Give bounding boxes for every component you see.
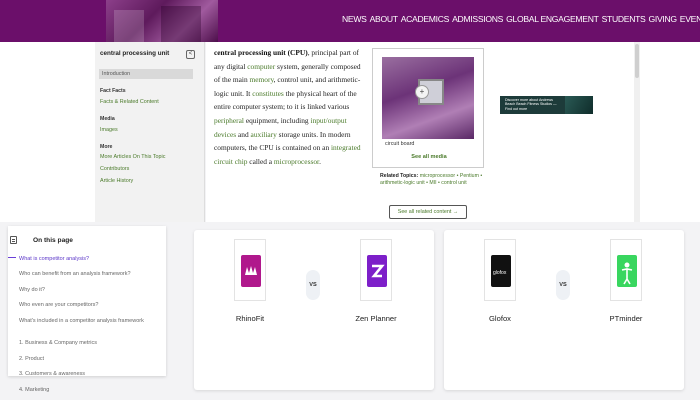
link-constitutes[interactable]: constitutes [252,89,284,98]
comparison-card-rhinofit-zenplanner[interactable]: VS RhinoFit Zen Planner [194,230,434,390]
nav-global-engagement[interactable]: GLOBAL ENGAGEMENT [506,14,599,24]
zenplanner-logo-icon [367,255,387,287]
vs-badge: VS [306,270,320,300]
rhinofit-logo-box [234,239,266,301]
link-computer[interactable]: computer [247,62,275,71]
glofox-logo-box: glofox [484,239,516,301]
ptminder-name: PTminder [609,314,643,323]
nav-about[interactable]: ABOUT [370,14,398,24]
scrollbar-thumb[interactable] [635,44,639,78]
glofox-name: Glofox [489,314,511,323]
rhinofit-logo-icon [241,255,261,287]
ptminder-logo-icon [617,255,637,287]
nav-admissions[interactable]: ADMISSIONS [452,14,503,24]
ad-image [565,96,593,114]
sidebar-item-facts[interactable]: Facts & Related Content [100,99,159,105]
article-paragraph: central processing unit (CPU), principal… [214,48,361,166]
sidebar-item-images[interactable]: Images [100,127,118,133]
link-auxiliary[interactable]: auxiliary [251,130,277,139]
sidebar-item-introduction[interactable]: Introduction [99,69,193,79]
zenplanner-name: Zen Planner [355,314,397,323]
collapse-sidebar-icon[interactable]: < [186,50,195,59]
sidebar-group-facts: Fact Facts [100,88,126,94]
link-memory[interactable]: memory [250,75,274,84]
nav-giving[interactable]: GIVING [648,14,677,24]
comparison-card-glofox-ptminder[interactable]: glofox VS Glofox PTminder [444,230,684,390]
scrollbar[interactable] [634,42,640,222]
vs-badge: VS [556,270,570,300]
toc-item-what-is[interactable]: What is competitor analysis? [19,256,159,264]
toc-active-indicator [8,257,16,258]
right-pane [494,42,700,222]
sidebar-group-more: More [100,144,113,150]
toc-item-business-metrics[interactable]: 1. Business & Company metrics [19,340,159,348]
site-header: NEWS ABOUT ACADEMICS ADMISSIONS GLOBAL E… [0,0,700,42]
on-this-page-panel: On this page What is competitor analysis… [0,222,182,400]
media-figure: + circuit board See all media [372,48,484,168]
ad-text: Discover more about Andrews Beach Beach … [505,98,557,111]
article-sidebar: central processing unit < Introduction F… [95,42,205,222]
sidebar-item-contributors[interactable]: Contributors [100,166,129,172]
ptminder-logo-box [610,239,642,301]
glofox-logo-icon: glofox [491,255,511,287]
circuit-board-image[interactable] [382,57,474,139]
zoom-icon[interactable]: + [415,85,429,99]
rhinofit-name: RhinoFit [235,314,265,323]
advertisement-banner[interactable]: Discover more about Andrews Beach Beach … [500,96,593,114]
article-term: central processing unit (CPU) [214,48,308,57]
toc-title: On this page [33,237,73,244]
related-topics: Related Topics: microprocessor • Pentium… [380,173,485,187]
nav-events[interactable]: EVENTS [680,14,700,24]
nav-academics[interactable]: ACADEMICS [401,14,450,24]
toc-item-product[interactable]: 2. Product [19,356,159,364]
zenplanner-logo-box [360,239,392,301]
link-peripheral[interactable]: peripheral [214,116,244,125]
see-all-media-link[interactable]: See all media [373,154,485,160]
top-navigation: NEWS ABOUT ACADEMICS ADMISSIONS GLOBAL E… [342,14,700,24]
sidebar-item-more-articles[interactable]: More Articles On This Topic [100,154,165,160]
svg-text:glofox: glofox [493,270,507,276]
sidebar-item-article-history[interactable]: Article History [100,178,133,184]
toc-item-marketing[interactable]: 4. Marketing [19,387,159,395]
left-margin [0,42,95,222]
toc-item-customers[interactable]: 3. Customers & awareness [19,371,159,379]
toc-item-who-benefit[interactable]: Who can benefit from an analysis framewo… [19,271,159,279]
related-topics-label: Related Topics: [380,173,419,179]
sidebar-group-media: Media [100,116,115,122]
figure-caption: circuit board [385,141,415,147]
toc-item-competitors[interactable]: Who even are your competitors? [19,302,159,310]
header-photo [106,0,218,42]
toc-item-why[interactable]: Why do it? [19,287,159,295]
sidebar-title: central processing unit [100,50,170,57]
toc-item-included[interactable]: What's included in a competitor analysis… [19,318,159,326]
link-microprocessor[interactable]: microprocessor [274,157,319,166]
nav-students[interactable]: STUDENTS [602,14,646,24]
list-icon [10,236,17,244]
see-all-related-button[interactable]: See all related content → [389,205,467,219]
nav-news[interactable]: NEWS [342,14,367,24]
toc-card [8,226,166,376]
